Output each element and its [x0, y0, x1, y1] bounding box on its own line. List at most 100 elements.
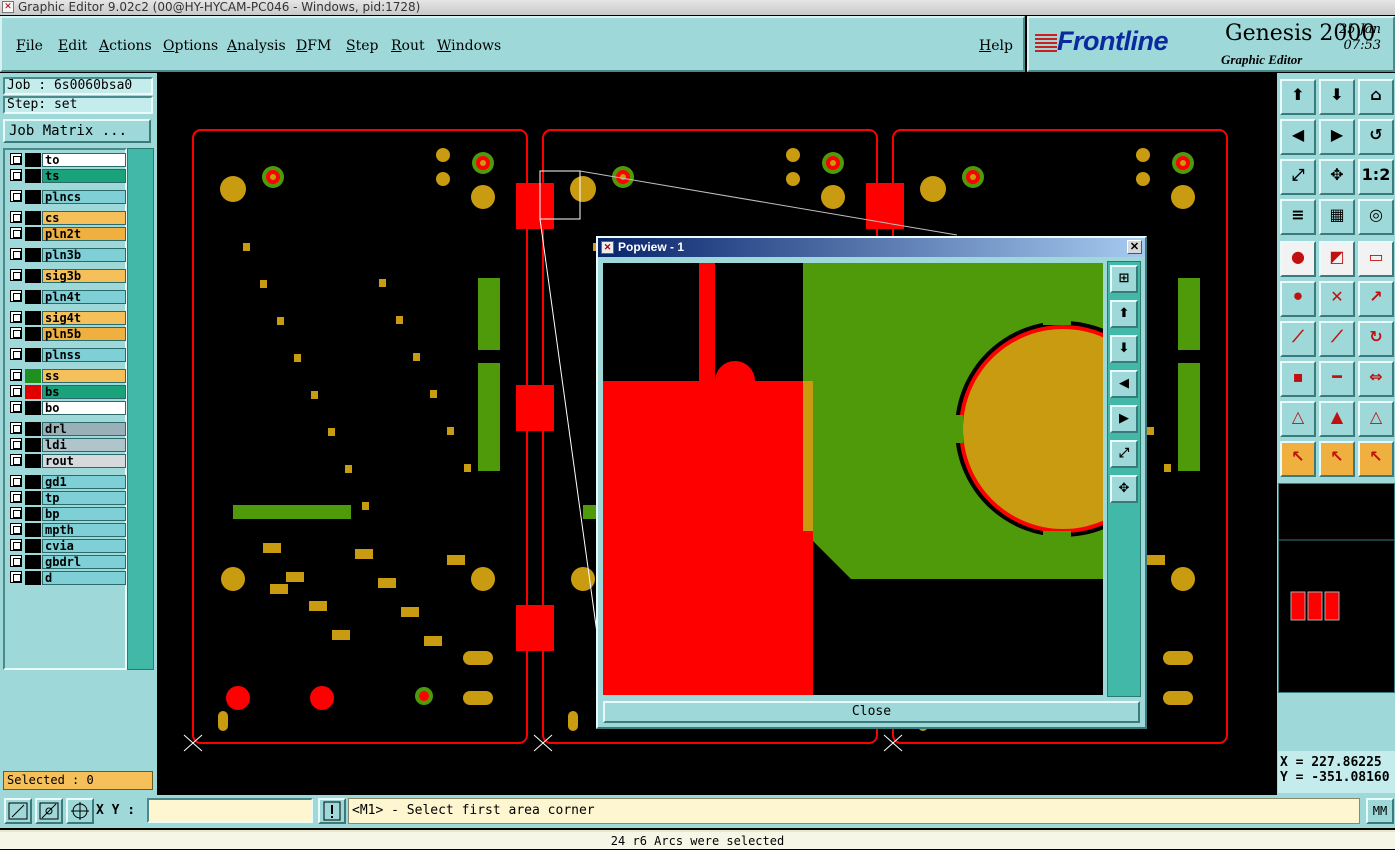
line-icon[interactable]: ⟋: [1280, 321, 1316, 357]
snap-button[interactable]: [35, 798, 63, 824]
select-icon[interactable]: ●: [1280, 241, 1316, 277]
layer-name[interactable]: bs: [42, 385, 126, 399]
pv-zoom-in-icon[interactable]: ⊞: [1110, 265, 1138, 293]
layer-color-swatch[interactable]: [25, 211, 41, 225]
layer-name[interactable]: cs: [42, 211, 126, 225]
layer-name[interactable]: plnss: [42, 348, 126, 362]
layer-name[interactable]: mpth: [42, 523, 126, 537]
arc-icon[interactable]: ⟋: [1319, 321, 1355, 357]
layer-row-gbdrl[interactable]: gbdrl: [9, 555, 126, 569]
layer-row-sig3b[interactable]: sig3b: [9, 269, 126, 283]
layer-checkbox[interactable]: [10, 539, 22, 551]
layer-color-swatch[interactable]: [25, 422, 41, 436]
overview-map[interactable]: [1278, 483, 1395, 693]
pan-left-icon[interactable]: ◀: [1280, 119, 1316, 155]
layer-row-cs[interactable]: cs: [9, 211, 126, 225]
layer-row-rout[interactable]: rout: [9, 454, 126, 468]
layer-color-swatch[interactable]: [25, 269, 41, 283]
layer-row-pln4t[interactable]: pln4t: [9, 290, 126, 304]
layer-color-swatch[interactable]: [25, 227, 41, 241]
outline-icon[interactable]: △: [1358, 401, 1394, 437]
layer-color-swatch[interactable]: [25, 491, 41, 505]
layer-checkbox[interactable]: [10, 454, 22, 466]
layer-row-mpth[interactable]: mpth: [9, 523, 126, 537]
layer-name[interactable]: to: [42, 153, 126, 167]
popview-canvas[interactable]: [603, 263, 1103, 695]
layer-color-swatch[interactable]: [25, 475, 41, 489]
layer-color-swatch[interactable]: [25, 507, 41, 521]
layer-row-drl[interactable]: drl: [9, 422, 126, 436]
layer-row-ss[interactable]: ss: [9, 369, 126, 383]
pointer-select-icon[interactable]: ↖: [1319, 441, 1355, 477]
menu-step[interactable]: Step: [346, 38, 378, 54]
layer-checkbox[interactable]: [10, 401, 22, 413]
popview-close-icon[interactable]: ✕: [1127, 240, 1142, 254]
undo-view-icon[interactable]: ↺: [1358, 119, 1394, 155]
layer-color-swatch[interactable]: [25, 385, 41, 399]
zoom-back-icon[interactable]: ⬇: [1319, 79, 1355, 115]
layer-name[interactable]: ldi: [42, 438, 126, 452]
scale-icon[interactable]: 1:2: [1358, 159, 1394, 195]
menu-edit[interactable]: Edit: [58, 38, 87, 54]
menu-windows[interactable]: Windows: [437, 38, 501, 54]
layer-name[interactable]: tp: [42, 491, 126, 505]
exclamation-icon[interactable]: [318, 798, 346, 824]
layer-name[interactable]: bp: [42, 507, 126, 521]
menu-dfm[interactable]: DFM: [296, 38, 331, 54]
layer-checkbox[interactable]: [10, 153, 22, 165]
layer-row-d[interactable]: d: [9, 571, 126, 585]
layer-checkbox[interactable]: [10, 190, 22, 202]
layer-name[interactable]: drl: [42, 422, 126, 436]
layer-name[interactable]: sig4t: [42, 311, 126, 325]
layer-name[interactable]: plncs: [42, 190, 126, 204]
popview-zoom-view[interactable]: [603, 263, 1103, 695]
pan-right-icon[interactable]: ▶: [1319, 119, 1355, 155]
home-icon[interactable]: ⌂: [1358, 79, 1394, 115]
resize-icon[interactable]: ⇔: [1358, 361, 1394, 397]
layer-row-ldi[interactable]: ldi: [9, 438, 126, 452]
layer-checkbox[interactable]: [10, 385, 22, 397]
delete-icon[interactable]: ✕: [1319, 281, 1355, 317]
layer-row-sig4t[interactable]: sig4t: [9, 311, 126, 325]
layer-name[interactable]: rout: [42, 454, 126, 468]
layer-color-swatch[interactable]: [25, 153, 41, 167]
layer-color-swatch[interactable]: [25, 454, 41, 468]
layer-checkbox[interactable]: [10, 290, 22, 302]
zoom-home-icon[interactable]: ⬆: [1280, 79, 1316, 115]
pv-center-icon[interactable]: ✥: [1110, 475, 1138, 503]
layer-checkbox[interactable]: [10, 491, 22, 503]
pv-fit-icon[interactable]: ⤢: [1110, 440, 1138, 468]
layer-checkbox[interactable]: [10, 507, 22, 519]
layer-name[interactable]: pln4t: [42, 290, 126, 304]
layer-checkbox[interactable]: [10, 422, 22, 434]
layer-name[interactable]: sig3b: [42, 269, 126, 283]
layer-name[interactable]: cvia: [42, 539, 126, 553]
layer-row-gd1[interactable]: gd1: [9, 475, 126, 489]
zoom-area-button[interactable]: [4, 798, 32, 824]
layer-row-bs[interactable]: bs: [9, 385, 126, 399]
layer-color-swatch[interactable]: [25, 369, 41, 383]
layer-color-swatch[interactable]: [25, 327, 41, 341]
job-matrix-button[interactable]: Job Matrix ...: [3, 119, 151, 143]
menu-analysis[interactable]: Analysis: [227, 38, 286, 54]
pv-pan-right-icon[interactable]: ▶: [1110, 405, 1138, 433]
zoom-fit-icon[interactable]: ⤢: [1280, 159, 1316, 195]
pv-pan-left-icon[interactable]: ◀: [1110, 370, 1138, 398]
layer-name[interactable]: d: [42, 571, 126, 585]
menu-options[interactable]: Options: [163, 38, 218, 54]
layer-row-to[interactable]: to: [9, 153, 126, 167]
layer-name[interactable]: gd1: [42, 475, 126, 489]
grid-icon[interactable]: ▦: [1319, 199, 1355, 235]
layer-color-swatch[interactable]: [25, 523, 41, 537]
layer-checkbox[interactable]: [10, 571, 22, 583]
layer-checkbox[interactable]: [10, 169, 22, 181]
popview-close-button[interactable]: Close: [603, 701, 1140, 723]
layer-name[interactable]: ss: [42, 369, 126, 383]
menu-help[interactable]: Help: [979, 38, 1013, 54]
layer-color-swatch[interactable]: [25, 571, 41, 585]
layer-color-swatch[interactable]: [25, 401, 41, 415]
layer-checkbox[interactable]: [10, 369, 22, 381]
layer-checkbox[interactable]: [10, 523, 22, 535]
layer-color-swatch[interactable]: [25, 555, 41, 569]
pv-zoom-up-icon[interactable]: ⬆: [1110, 300, 1138, 328]
